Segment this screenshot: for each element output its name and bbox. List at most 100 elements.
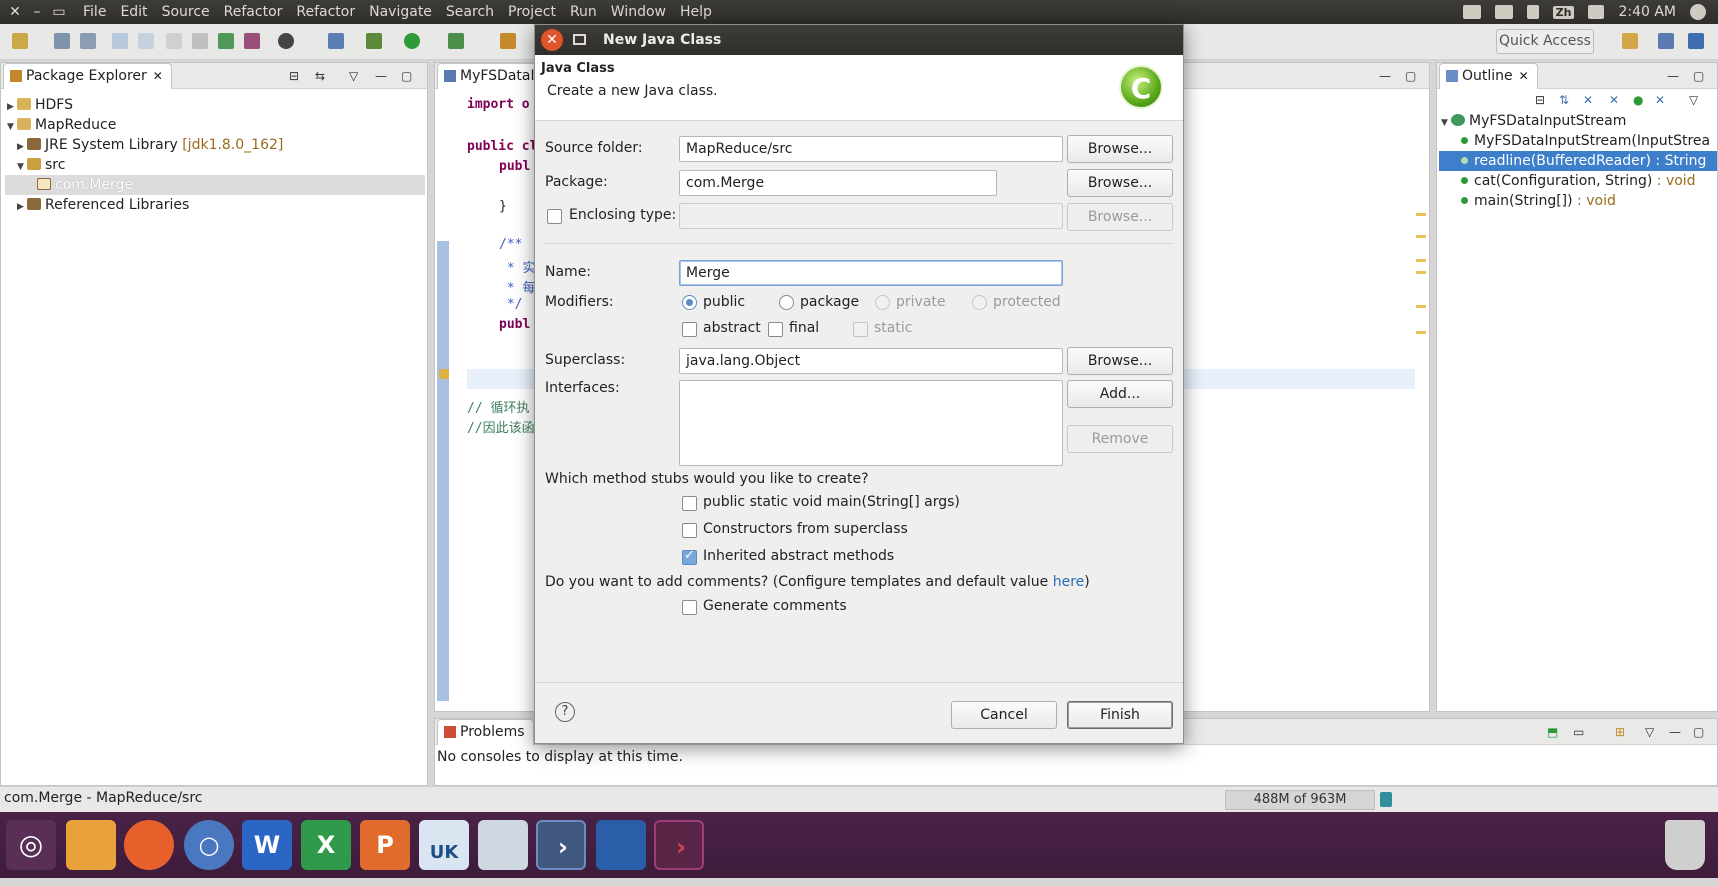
link-with-editor-icon[interactable]: ⇆ <box>315 69 325 83</box>
external-tools-icon[interactable] <box>448 33 464 49</box>
files-icon[interactable] <box>66 820 116 870</box>
modifier-private-radio[interactable] <box>875 295 890 310</box>
modifier-final-checkbox[interactable] <box>768 322 783 337</box>
close-window-icon[interactable]: ✕ <box>4 4 26 20</box>
stub-constructors-checkbox[interactable] <box>682 523 697 538</box>
tree-item-hdfs[interactable]: ▶ HDFS <box>7 95 73 115</box>
menu-source[interactable]: Source <box>155 4 217 20</box>
menu-refactor-2[interactable]: Refactor <box>289 4 362 20</box>
close-icon[interactable]: ✕ <box>541 29 563 51</box>
minimize-window-icon[interactable]: – <box>26 4 48 20</box>
save-all-icon[interactable] <box>80 33 96 49</box>
maximize-icon[interactable]: ▢ <box>1693 69 1704 83</box>
collapse-icon[interactable]: ▼ <box>17 157 27 177</box>
collapse-icon[interactable]: ▼ <box>7 117 17 137</box>
stub-inherited-checkbox[interactable] <box>682 548 697 565</box>
name-field[interactable]: Merge <box>679 260 1063 286</box>
sync-icon[interactable] <box>1462 5 1481 19</box>
debug-person-icon[interactable] <box>278 33 294 49</box>
tree-item-jre-system-library[interactable]: ▶ JRE System Library [jdk1.8.0_162] <box>17 135 283 155</box>
terminal-icon[interactable]: › <box>654 820 704 870</box>
tab-package-explorer[interactable]: Package Explorer ✕ <box>3 63 172 89</box>
remove-interface-button[interactable]: Remove <box>1067 425 1173 453</box>
expand-icon[interactable]: ▶ <box>17 137 27 157</box>
modifier-static-checkbox[interactable] <box>853 322 868 337</box>
menu-project[interactable]: Project <box>501 4 563 20</box>
outline-item-readline[interactable]: readline(BufferedReader) : String <box>1439 151 1717 171</box>
source-folder-field[interactable]: MapReduce/src <box>679 136 1063 162</box>
menu-refactor[interactable]: Refactor <box>217 4 290 20</box>
calendar-icon[interactable] <box>1494 5 1513 19</box>
clock[interactable]: 2:40 AM <box>1618 4 1676 20</box>
screenshot-icon[interactable] <box>478 820 528 870</box>
maximize-icon[interactable]: ▢ <box>1693 725 1704 739</box>
firefox-icon[interactable] <box>124 820 174 870</box>
expand-icon[interactable]: ▶ <box>17 197 27 217</box>
tree-item-src[interactable]: ▼ src <box>17 155 65 175</box>
tree-item-mapreduce[interactable]: ▼ MapReduce <box>7 115 116 135</box>
maximize-icon[interactable] <box>573 34 586 45</box>
stub-main-checkbox[interactable] <box>682 496 697 511</box>
tab-editor-file[interactable]: MyFSDataI <box>437 63 547 89</box>
close-icon[interactable]: ✕ <box>153 69 163 83</box>
finish-button[interactable]: Finish <box>1067 701 1173 729</box>
outline-item-main[interactable]: main(String[]) : void <box>1461 191 1616 211</box>
generate-comments-checkbox[interactable] <box>682 600 697 615</box>
modifier-abstract-checkbox[interactable] <box>682 322 697 337</box>
pin-console-icon[interactable]: ⬒ <box>1547 725 1558 739</box>
modifier-protected-radio[interactable] <box>972 295 987 310</box>
apps-icon[interactable] <box>596 820 646 870</box>
open-perspective-icon[interactable] <box>1622 33 1638 49</box>
server-stop-icon[interactable] <box>244 33 260 49</box>
minimize-icon[interactable]: — <box>1669 725 1681 739</box>
minimize-icon[interactable]: — <box>375 69 387 83</box>
hide-fields-icon[interactable]: ✕ <box>1583 93 1593 107</box>
collapse-icon[interactable]: ▼ <box>1441 113 1451 133</box>
open-console-icon[interactable]: ⊞ <box>1615 725 1625 739</box>
hide-non-public-icon[interactable]: ● <box>1633 93 1643 107</box>
heap-status[interactable]: 488M of 963M <box>1225 790 1375 810</box>
hide-static-icon[interactable]: ✕ <box>1609 93 1619 107</box>
add-interface-button[interactable]: Add... <box>1067 380 1173 408</box>
tree-item-referenced-libraries[interactable]: ▶ Referenced Libraries <box>17 195 189 215</box>
debug-icon[interactable] <box>366 33 382 49</box>
javadoc-icon[interactable] <box>166 33 182 49</box>
outline-item-class[interactable]: ▼ MyFSDataInputStream <box>1441 111 1626 131</box>
outline-item-constructor[interactable]: MyFSDataInputStream(InputStrea <box>1461 131 1710 151</box>
new-icon[interactable] <box>12 33 28 49</box>
run-icon[interactable] <box>404 33 420 49</box>
modifier-public-radio[interactable] <box>682 295 697 310</box>
java-perspective-icon[interactable] <box>1688 33 1704 49</box>
superclass-field[interactable]: java.lang.Object <box>679 348 1063 374</box>
configure-templates-link[interactable]: here <box>1053 574 1085 590</box>
calc-icon[interactable]: X <box>301 820 351 870</box>
view-menu-icon[interactable]: ▽ <box>349 69 358 83</box>
uk-app-icon[interactable]: UK <box>419 820 469 870</box>
modifier-package-radio[interactable] <box>779 295 794 310</box>
skip-breakpoints-icon[interactable] <box>328 33 344 49</box>
browse-superclass-button[interactable]: Browse... <box>1067 347 1173 375</box>
quick-access-field[interactable]: Quick Access <box>1496 29 1594 54</box>
package-field[interactable]: com.Merge <box>679 170 997 196</box>
tab-outline[interactable]: Outline ✕ <box>1439 63 1538 89</box>
impress-icon[interactable]: P <box>360 820 410 870</box>
maximize-icon[interactable]: ▢ <box>401 69 412 83</box>
menu-help[interactable]: Help <box>673 4 719 20</box>
save-icon[interactable] <box>54 33 70 49</box>
menu-window[interactable]: Window <box>604 4 673 20</box>
tab-problems[interactable]: Problems <box>437 719 534 745</box>
minimize-icon[interactable]: — <box>1379 69 1391 83</box>
toggle-mark-icon[interactable] <box>112 33 128 49</box>
java-ee-perspective-icon[interactable] <box>1658 33 1674 49</box>
display-console-icon[interactable]: ▭ <box>1573 725 1584 739</box>
volume-icon[interactable] <box>1588 5 1605 19</box>
cancel-button[interactable]: Cancel <box>951 701 1057 729</box>
menu-run[interactable]: Run <box>563 4 604 20</box>
terminal-icon[interactable] <box>192 33 208 49</box>
help-icon[interactable]: ? <box>555 702 575 722</box>
server-icon[interactable] <box>218 33 234 49</box>
input-method-indicator[interactable]: Zh <box>1552 5 1575 19</box>
minimize-icon[interactable]: — <box>1667 69 1679 83</box>
trash-icon[interactable] <box>1665 820 1705 870</box>
garbage-collect-icon[interactable] <box>1380 792 1392 807</box>
